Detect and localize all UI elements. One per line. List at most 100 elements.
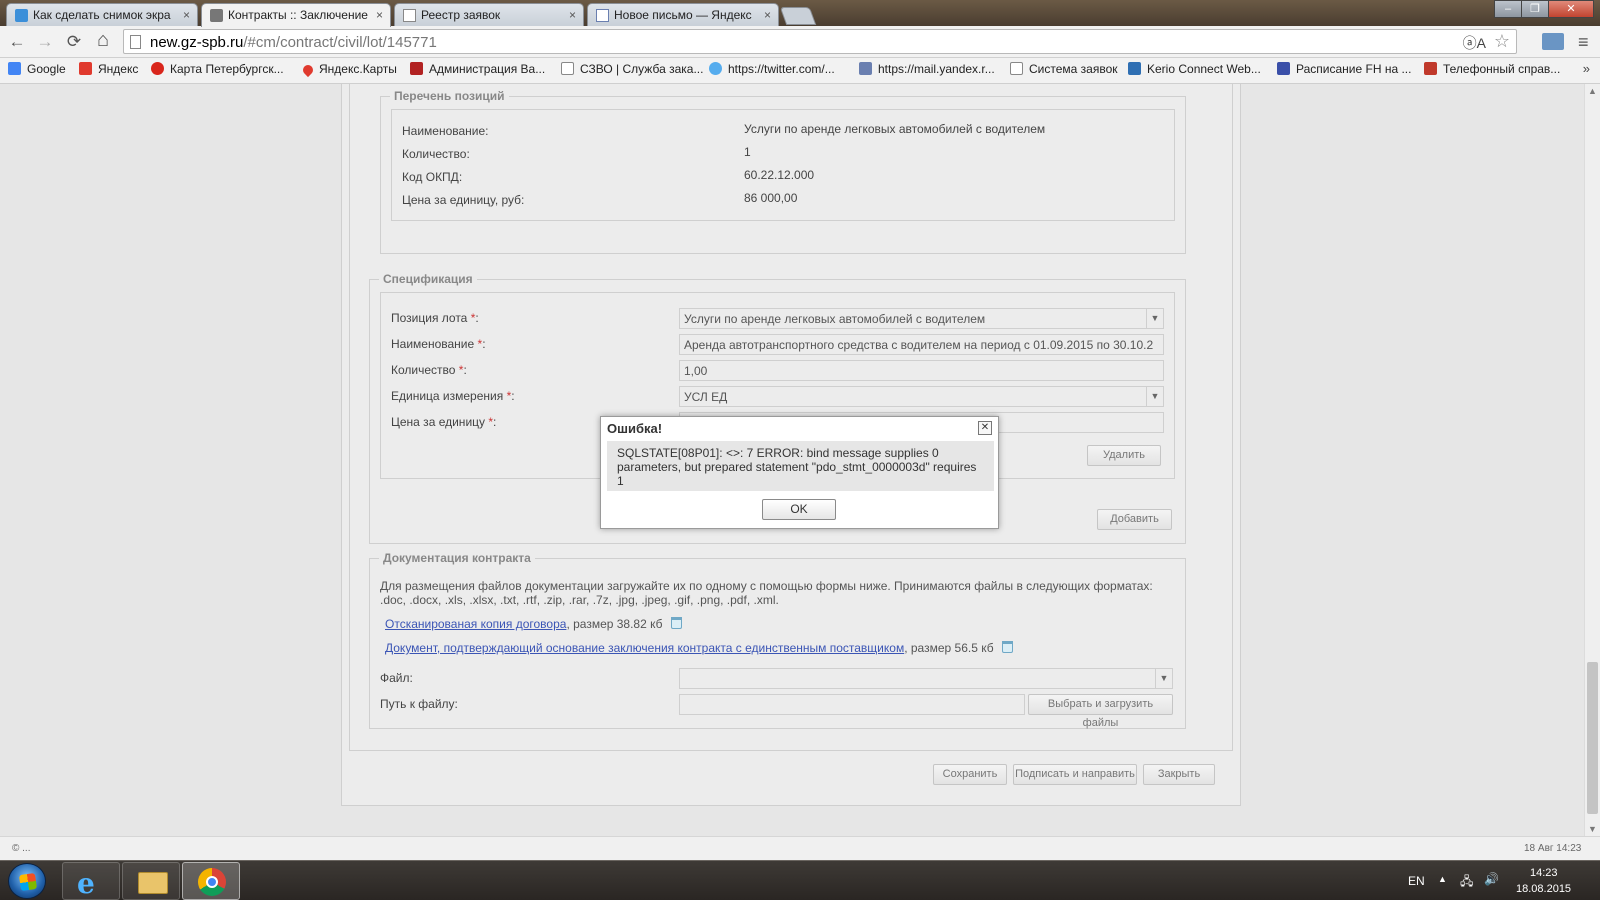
error-message: SQLSTATE[08P01]: <>: 7 ERROR: bind messa…: [607, 441, 994, 491]
page-viewport: Перечень позиций Наименование: Услуги по…: [0, 84, 1584, 836]
menu-icon[interactable]: ≡: [1578, 32, 1589, 53]
window-close-icon[interactable]: ✕: [1548, 0, 1594, 18]
language-indicator[interactable]: EN: [1408, 874, 1425, 888]
google-icon: [8, 62, 21, 75]
bookmark-request-system[interactable]: Система заявок: [1010, 62, 1118, 76]
taskbar-internet-explorer[interactable]: e: [62, 862, 120, 900]
bookmark-star-icon[interactable]: ☆: [1494, 31, 1510, 52]
translate-icon[interactable]: ⓐA: [1463, 33, 1486, 53]
bookmark-yandex-mail[interactable]: https://mail.yandex.r...: [859, 62, 995, 76]
taskbar-chrome[interactable]: [182, 862, 240, 900]
chevron-down-icon[interactable]: ▼: [1146, 387, 1163, 406]
position-name-label: Наименование:: [402, 124, 489, 138]
save-button[interactable]: Сохранить: [933, 764, 1007, 785]
bookmark-twitter[interactable]: https://twitter.com/...: [709, 62, 835, 76]
bookmarks-bar: Google Яндекс Карта Петербургск... Яндек…: [0, 58, 1600, 84]
page-icon: [130, 35, 141, 49]
file-select[interactable]: ▼: [679, 668, 1173, 689]
scroll-up-icon[interactable]: ▲: [1588, 86, 1597, 96]
bookmark-kerio[interactable]: Kerio Connect Web...: [1128, 62, 1261, 76]
bookmark-szvo[interactable]: СЗВО | Служба зака...: [561, 62, 703, 76]
minimize-icon[interactable]: –: [1494, 0, 1522, 18]
tab-close-icon[interactable]: ×: [764, 8, 771, 22]
bookmarks-overflow-icon[interactable]: »: [1583, 61, 1590, 76]
scroll-down-icon[interactable]: ▼: [1588, 824, 1597, 834]
delete-file-icon[interactable]: [1001, 641, 1013, 653]
page-scrollbar[interactable]: ▲ ▼: [1584, 84, 1600, 836]
new-tab-button[interactable]: [779, 7, 817, 25]
start-button[interactable]: [8, 863, 46, 899]
mail-icon: [859, 62, 872, 75]
error-dialog: Ошибка! ✕ SQLSTATE[08P01]: <>: 7 ERROR: …: [600, 416, 999, 529]
bookmark-yandex-maps[interactable]: Яндекс.Карты: [300, 62, 397, 78]
restore-icon[interactable]: ❐: [1521, 0, 1549, 18]
page-icon: [403, 9, 416, 22]
network-icon[interactable]: 🖧: [1460, 872, 1473, 893]
clock-time[interactable]: 14:23: [1530, 867, 1558, 879]
tab-close-icon[interactable]: ×: [376, 8, 383, 22]
address-bar[interactable]: new.gz-spb.ru/#cm/contract/civil/lot/145…: [123, 29, 1517, 54]
page-icon: [1010, 62, 1023, 75]
bookmark-google[interactable]: Google: [8, 62, 66, 76]
tab-new-letter[interactable]: Новое письмо — Яндекс ×: [587, 3, 779, 26]
spec-quantity-input[interactable]: 1,00: [679, 360, 1164, 381]
position-okpd-value: 60.22.12.000: [744, 168, 815, 182]
documents-hint-line2: .doc, .docx, .xls, .xlsx, .txt, .rtf, .z…: [380, 593, 779, 607]
bookmark-yandex[interactable]: Яндекс: [79, 62, 138, 76]
spec-unit-select[interactable]: УСЛ ЕД ▼: [679, 386, 1164, 407]
clock-date[interactable]: 18.08.2015: [1516, 883, 1571, 895]
mail-favicon-icon: [596, 9, 609, 22]
chevron-down-icon[interactable]: ▼: [1155, 669, 1172, 688]
tab-requests-registry[interactable]: Реестр заявок ×: [394, 3, 584, 26]
delete-button[interactable]: Удалить: [1087, 445, 1161, 466]
tray-expand-icon[interactable]: ▲: [1438, 874, 1447, 884]
back-arrow-icon[interactable]: ←: [6, 32, 28, 52]
bookmark-fh-schedule[interactable]: Расписание FH на ...: [1277, 62, 1411, 76]
required-mark: *: [488, 415, 494, 429]
specification-legend: Спецификация: [379, 272, 477, 286]
page-icon: [561, 62, 574, 75]
add-button[interactable]: Добавить: [1097, 509, 1172, 530]
tab-screenshot-howto[interactable]: Как сделать снимок экра ×: [6, 3, 198, 26]
volume-icon[interactable]: 🔊: [1484, 872, 1499, 886]
file-label: Файл:: [380, 671, 413, 685]
reload-icon[interactable]: ⟳: [63, 32, 85, 52]
tab-contracts[interactable]: Контракты :: Заключение ×: [201, 3, 391, 27]
chevron-down-icon[interactable]: ▼: [1146, 309, 1163, 328]
tab-close-icon[interactable]: ×: [569, 8, 576, 22]
page-footer: © ... 18 Авг 14:23: [0, 836, 1600, 860]
metro-icon: [151, 62, 164, 75]
delete-file-icon[interactable]: [670, 617, 682, 629]
lot-position-label: Позиция лота *:: [391, 311, 479, 325]
required-mark: *: [477, 337, 483, 351]
forward-arrow-icon[interactable]: →: [34, 32, 56, 52]
documents-fieldset: Документация контракта Для размещения фа…: [369, 551, 1186, 729]
sign-and-send-button[interactable]: Подписать и направить: [1013, 764, 1137, 785]
home-icon[interactable]: ⌂: [92, 29, 114, 52]
bookmark-spb-map[interactable]: Карта Петербургск...: [151, 62, 284, 76]
lot-position-select[interactable]: Услуги по аренде легковых автомобилей с …: [679, 308, 1164, 329]
schedule-icon: [1277, 62, 1290, 75]
scrollbar-thumb[interactable]: [1587, 662, 1598, 814]
document-link[interactable]: Отсканированая копия договора: [385, 617, 566, 631]
internet-explorer-icon: e: [77, 867, 95, 900]
windows-taskbar: e EN ▲ 🖧 🔊 14:23 18.08.2015: [0, 860, 1600, 900]
close-button[interactable]: Закрыть: [1143, 764, 1215, 785]
documents-legend: Документация контракта: [379, 551, 535, 565]
positions-fieldset: Перечень позиций Наименование: Услуги по…: [380, 89, 1186, 254]
taskbar-explorer[interactable]: [122, 862, 180, 900]
mail-extension-icon[interactable]: [1542, 33, 1564, 50]
tab-close-icon[interactable]: ×: [183, 8, 190, 22]
close-icon[interactable]: ✕: [978, 421, 992, 435]
documents-hint-line1: Для размещения файлов документации загру…: [380, 579, 1153, 593]
document-link[interactable]: Документ, подтверждающий основание заклю…: [385, 641, 904, 655]
document-size: , размер 38.82 кб: [566, 617, 663, 631]
bookmark-phone-directory[interactable]: Телефонный справ...: [1424, 62, 1560, 76]
spec-name-input[interactable]: Аренда автотранспортного средства с води…: [679, 334, 1164, 355]
bookmark-administration[interactable]: Администрация Ва...: [410, 62, 545, 76]
lot-position-value: Услуги по аренде легковых автомобилей с …: [684, 312, 986, 326]
ok-button[interactable]: OK: [762, 499, 836, 520]
file-path-input[interactable]: [679, 694, 1025, 715]
tab-title: Как сделать снимок экра: [33, 8, 171, 22]
upload-files-button[interactable]: Выбрать и загрузить файлы: [1028, 694, 1173, 729]
